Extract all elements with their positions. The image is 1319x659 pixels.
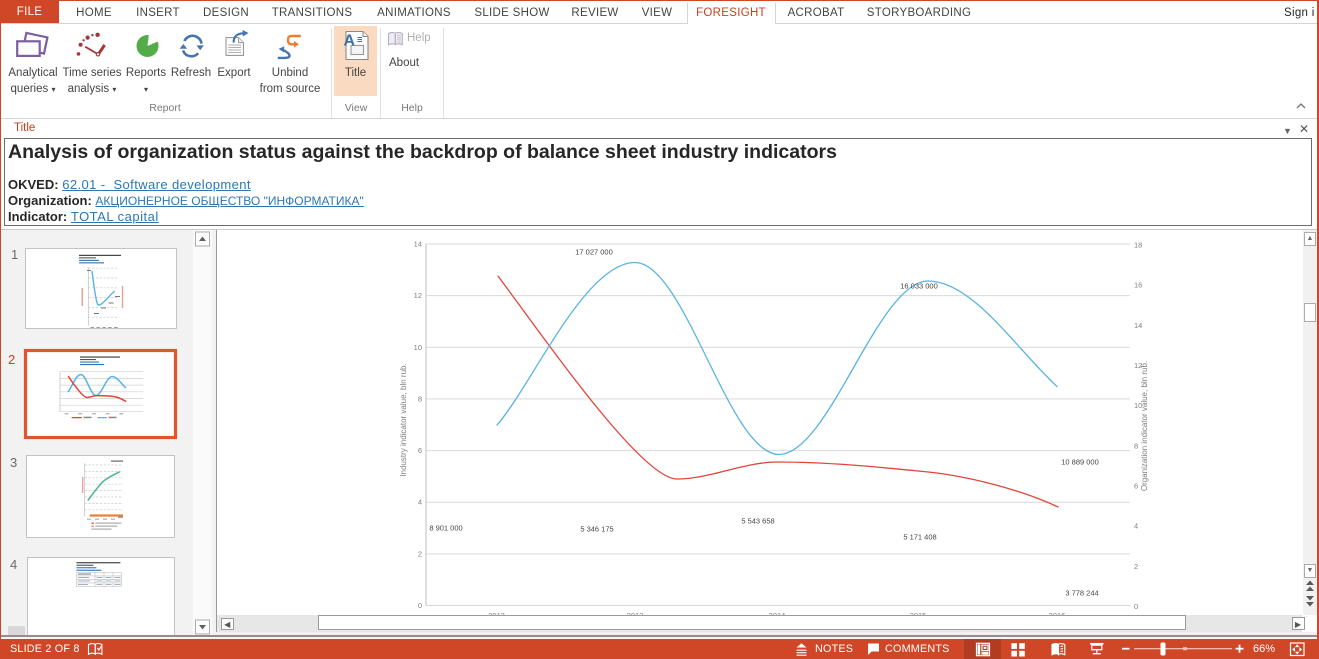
svg-text:A: A (344, 33, 356, 50)
svg-text:16: 16 (1134, 281, 1142, 290)
svg-text:2: 2 (8, 352, 15, 367)
svg-text:Industry indicator value, bln: Industry indicator value, bln rub. (399, 363, 408, 476)
svg-text:Organization indicator value,: Organization indicator value, bln rub. (1140, 361, 1149, 491)
svg-text:1: 1 (11, 247, 18, 262)
svg-text:0: 0 (418, 601, 422, 610)
svg-text:3 778 244: 3 778 244 (1065, 589, 1098, 598)
svg-text:8: 8 (1134, 441, 1138, 450)
svg-text:5 543 658: 5 543 658 (741, 517, 774, 526)
svg-text:6: 6 (418, 446, 422, 455)
svg-text:14: 14 (414, 240, 422, 249)
svg-text:10: 10 (414, 343, 422, 352)
svg-text:5 171 408: 5 171 408 (903, 533, 936, 542)
svg-text:12: 12 (414, 291, 422, 300)
svg-text:8: 8 (418, 394, 422, 403)
svg-text:3: 3 (10, 455, 17, 470)
svg-text:4: 4 (418, 498, 422, 507)
svg-text:4: 4 (10, 557, 17, 572)
svg-text:2: 2 (1134, 562, 1138, 571)
svg-text:18: 18 (1134, 241, 1142, 250)
svg-text:10 889 000: 10 889 000 (1061, 458, 1099, 467)
svg-text:17 027 000: 17 027 000 (575, 248, 613, 257)
svg-text:4: 4 (1134, 522, 1138, 531)
svg-text:0: 0 (1134, 602, 1138, 611)
svg-text:8 901 000: 8 901 000 (429, 524, 462, 533)
svg-text:2: 2 (418, 549, 422, 558)
svg-text:16 033 000: 16 033 000 (900, 282, 938, 291)
svg-text:14: 14 (1134, 321, 1142, 330)
svg-text:5 346 175: 5 346 175 (580, 525, 613, 534)
svg-text:6: 6 (1134, 482, 1138, 491)
